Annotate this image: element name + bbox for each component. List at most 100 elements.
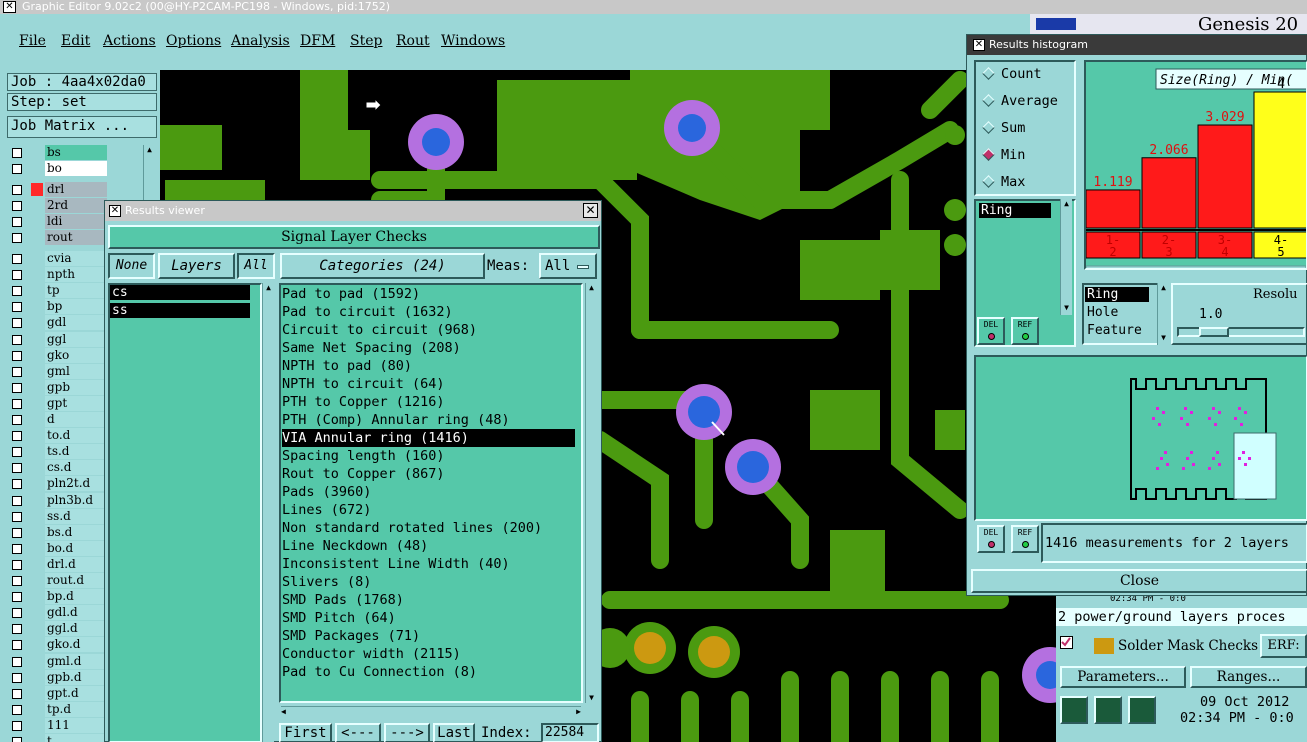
menu-edit[interactable]: Edit bbox=[61, 33, 90, 49]
mode-radio-min[interactable]: Min bbox=[978, 147, 1025, 163]
histogram-bar[interactable] bbox=[1141, 157, 1197, 229]
close-icon[interactable]: ✕ bbox=[583, 203, 598, 218]
category-item[interactable]: Same Net Spacing (208) bbox=[282, 339, 461, 357]
scroll-left-icon[interactable]: ◀ bbox=[281, 707, 286, 716]
menu-actions[interactable]: Actions bbox=[103, 33, 156, 49]
scroll-up-icon[interactable]: ▲ bbox=[586, 283, 597, 293]
layer-checkbox[interactable] bbox=[12, 704, 22, 715]
layer-checkbox[interactable] bbox=[12, 334, 22, 345]
scroll-up-icon[interactable]: ▲ bbox=[1061, 199, 1072, 209]
layer-checkbox[interactable] bbox=[12, 318, 22, 329]
layer-checkbox[interactable] bbox=[12, 447, 22, 458]
scroll-down-icon[interactable]: ▼ bbox=[1061, 303, 1072, 313]
histogram-bar[interactable] bbox=[1253, 91, 1306, 229]
category-item[interactable]: Circuit to circuit (968) bbox=[282, 321, 477, 339]
category-scrollbar[interactable]: ▲ ▼ bbox=[585, 283, 597, 703]
layer-results-scrollbar[interactable]: ▲ bbox=[262, 283, 274, 742]
layer-checkbox[interactable] bbox=[12, 185, 22, 195]
meas-select[interactable]: All bbox=[539, 253, 597, 279]
ref-button-top[interactable]: REF bbox=[1011, 317, 1039, 345]
layer-checkbox[interactable] bbox=[12, 592, 22, 603]
mode-radio-average[interactable]: Average bbox=[978, 93, 1058, 109]
param-hole[interactable]: Hole bbox=[1087, 305, 1118, 320]
param-scrollbar[interactable]: ▲ ▼ bbox=[1157, 283, 1169, 345]
category-item[interactable]: Line Neckdown (48) bbox=[282, 537, 428, 555]
layer-result-cs[interactable]: cs bbox=[110, 285, 250, 300]
scroll-up-icon[interactable]: ▲ bbox=[1158, 283, 1169, 293]
layer-checkbox[interactable] bbox=[12, 479, 22, 490]
layer-checkbox[interactable] bbox=[12, 527, 22, 538]
window-menu-icon[interactable]: ✕ bbox=[973, 39, 985, 51]
close-icon[interactable]: ✕ bbox=[3, 1, 16, 13]
category-item[interactable]: PTH (Comp) Annular ring (48) bbox=[282, 411, 510, 429]
histogram-bar[interactable] bbox=[1197, 124, 1253, 229]
category-item[interactable]: PTH to Copper (1216) bbox=[282, 393, 445, 411]
histogram-bar[interactable] bbox=[1086, 189, 1141, 229]
close-button[interactable]: Close bbox=[971, 569, 1307, 593]
param-ring[interactable]: Ring bbox=[1085, 287, 1149, 302]
layer-checkbox[interactable] bbox=[12, 640, 22, 651]
category-hscrollbar[interactable]: ◀ ▶ bbox=[281, 706, 581, 718]
run-icon-1[interactable] bbox=[1060, 696, 1088, 724]
layer-checkbox[interactable] bbox=[12, 672, 22, 683]
menu-options[interactable]: Options bbox=[166, 33, 221, 49]
category-item[interactable]: NPTH to circuit (64) bbox=[282, 375, 445, 393]
layers-button[interactable]: Layers bbox=[158, 253, 235, 279]
param-feature[interactable]: Feature bbox=[1087, 323, 1142, 338]
category-item[interactable]: NPTH to pad (80) bbox=[282, 357, 412, 375]
menu-analysis[interactable]: Analysis bbox=[231, 33, 290, 49]
category-item[interactable]: Slivers (8) bbox=[282, 573, 371, 591]
category-item[interactable]: Pads (3960) bbox=[282, 483, 371, 501]
mode-radio-sum[interactable]: Sum bbox=[978, 120, 1025, 136]
layer-checkbox[interactable] bbox=[12, 415, 22, 425]
category-item[interactable]: Inconsistent Line Width (40) bbox=[282, 555, 510, 573]
layer-row[interactable]: bo bbox=[7, 161, 142, 177]
scroll-up-icon[interactable]: ▲ bbox=[263, 283, 274, 293]
erf-button[interactable]: ERF: bbox=[1260, 634, 1307, 658]
layer-checkbox[interactable] bbox=[12, 382, 22, 393]
menu-windows[interactable]: Windows bbox=[441, 33, 505, 49]
category-item[interactable]: Spacing length (160) bbox=[282, 447, 445, 465]
layer-checkbox[interactable] bbox=[12, 495, 22, 506]
category-item[interactable]: Non standard rotated lines (200) bbox=[282, 519, 542, 537]
chart-hscrollbar[interactable] bbox=[1086, 265, 1306, 268]
menu-rout[interactable]: Rout bbox=[396, 33, 430, 49]
first-button[interactable]: First bbox=[279, 723, 332, 742]
scroll-down-icon[interactable]: ▼ bbox=[586, 693, 597, 703]
layer-row[interactable]: bs bbox=[7, 145, 142, 160]
layer-checkbox[interactable] bbox=[12, 511, 22, 522]
layer-checkbox[interactable] bbox=[12, 270, 22, 281]
category-item[interactable]: SMD Pitch (64) bbox=[282, 609, 396, 627]
layer-checkbox[interactable] bbox=[12, 737, 22, 742]
layer-checkbox[interactable] bbox=[12, 233, 22, 244]
layer-row[interactable]: drl bbox=[7, 182, 142, 197]
del-button-top[interactable]: DEL bbox=[977, 317, 1005, 345]
layer-checkbox[interactable] bbox=[12, 302, 22, 313]
ref-button-bottom[interactable]: REF bbox=[1011, 525, 1039, 553]
run-icon-3[interactable] bbox=[1128, 696, 1156, 724]
mode-radio-count[interactable]: Count bbox=[978, 66, 1042, 82]
category-item[interactable]: Pad to Cu Connection (8) bbox=[282, 663, 477, 681]
category-item[interactable]: SMD Pads (1768) bbox=[282, 591, 404, 609]
measure-ring[interactable]: Ring bbox=[979, 203, 1051, 218]
prev-button[interactable]: <--- bbox=[335, 723, 381, 742]
window-menu-icon[interactable]: ✕ bbox=[109, 205, 121, 217]
layer-checkbox[interactable] bbox=[12, 576, 22, 586]
layer-results-list[interactable] bbox=[108, 283, 262, 742]
layer-checkbox[interactable] bbox=[12, 720, 22, 731]
layer-checkbox[interactable] bbox=[12, 543, 22, 554]
layer-checkbox[interactable] bbox=[12, 286, 22, 297]
layer-checkbox[interactable] bbox=[12, 688, 22, 699]
parameters-button[interactable]: Parameters... bbox=[1060, 666, 1186, 688]
layer-checkbox[interactable] bbox=[12, 624, 22, 635]
layer-checkbox[interactable] bbox=[12, 608, 22, 619]
slider-handle[interactable] bbox=[1199, 327, 1229, 337]
mode-radio-max[interactable]: Max bbox=[978, 174, 1025, 190]
layer-checkbox[interactable] bbox=[12, 431, 22, 442]
menu-dfm[interactable]: DFM bbox=[300, 33, 335, 49]
category-item[interactable]: VIA Annular ring (1416) bbox=[282, 429, 575, 447]
ranges-button[interactable]: Ranges... bbox=[1190, 666, 1307, 688]
category-item[interactable]: Conductor width (2115) bbox=[282, 645, 461, 663]
last-button[interactable]: Last bbox=[433, 723, 475, 742]
category-item[interactable]: Pad to circuit (1632) bbox=[282, 303, 453, 321]
